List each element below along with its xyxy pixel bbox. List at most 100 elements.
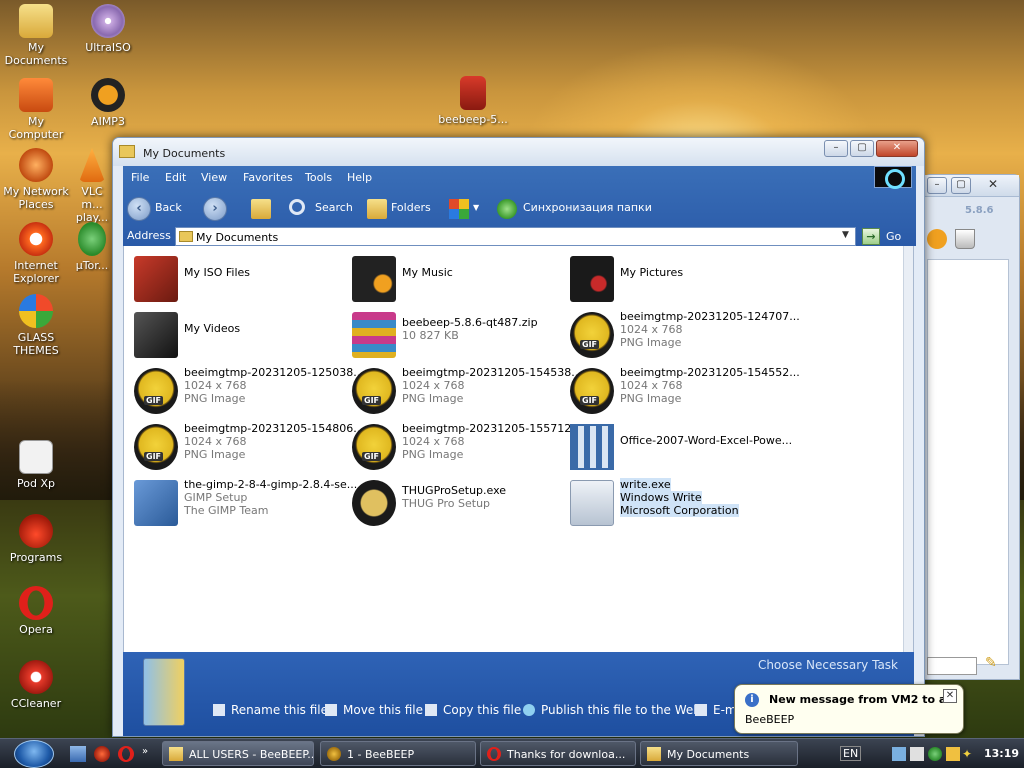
go-button[interactable]: → Go xyxy=(860,227,912,246)
menu-file[interactable]: File xyxy=(131,171,149,184)
desktop-icon-my-computer[interactable]: My Computer xyxy=(0,78,72,141)
desktop-icon-programs[interactable]: Programs xyxy=(0,514,72,564)
menu-favorites[interactable]: Favorites xyxy=(243,171,293,184)
network-tray-icon[interactable] xyxy=(892,747,906,761)
list-item[interactable]: beebeep-5.8.6-qt487.zip 10 827 KB xyxy=(346,310,560,360)
show-desktop-icon[interactable] xyxy=(70,746,86,762)
utorrent-tray-icon[interactable] xyxy=(928,747,942,761)
move-icon xyxy=(325,704,337,716)
list-item[interactable]: the-gimp-2-8-4-gimp-2.8.4-se... GIMP Set… xyxy=(128,478,357,528)
quicklaunch-app-icon[interactable] xyxy=(94,746,110,762)
minimize-button[interactable]: – xyxy=(927,177,947,194)
taskbar-button-beebeep[interactable]: 1 - BeeBEEP xyxy=(320,741,476,766)
rename-file-task[interactable]: Rename this file xyxy=(213,703,328,717)
toolbar: ‹ Back › Search Folders ▼ Синхронизация … xyxy=(123,190,916,224)
desktop-icon-utorrent[interactable]: µTor... xyxy=(72,222,112,272)
clock[interactable]: 13:19 xyxy=(984,747,1019,760)
desktop-icon-glass-themes[interactable]: GLASS THEMES xyxy=(0,294,72,357)
menu-tools[interactable]: Tools xyxy=(305,171,332,184)
tray-app-icon[interactable] xyxy=(910,747,924,761)
office-folder-icon xyxy=(570,424,614,470)
close-button[interactable]: ✕ xyxy=(876,140,918,157)
window-titlebar[interactable]: My Documents – ▢ ✕ xyxy=(113,138,924,166)
copy-icon xyxy=(425,704,437,716)
address-input[interactable]: My Documents ▼ xyxy=(175,227,856,246)
ccleaner-icon xyxy=(19,660,53,694)
folders-icon[interactable] xyxy=(367,199,387,219)
beebeep-toolbar-icon[interactable] xyxy=(927,229,947,249)
views-icon[interactable] xyxy=(449,199,469,219)
move-file-task[interactable]: Move this file xyxy=(325,703,423,717)
back-button[interactable]: Back xyxy=(155,196,182,220)
background-beebeep-window[interactable]: – ▢ ✕ 5.8.6 ✎ xyxy=(924,174,1020,680)
search-icon[interactable] xyxy=(289,199,305,215)
close-icon[interactable]: ✕ xyxy=(943,689,957,703)
publish-web-task[interactable]: Publish this file to the Web xyxy=(523,703,701,717)
close-button[interactable]: ✕ xyxy=(983,177,1003,194)
maximize-button[interactable]: ▢ xyxy=(850,140,874,157)
gif-image-icon xyxy=(352,368,396,414)
list-item[interactable]: beeimgtmp-20231205-154538... 1024 x 768 … xyxy=(346,366,582,416)
back-arrow-icon[interactable]: ‹ xyxy=(127,197,151,221)
sync-icon[interactable] xyxy=(497,199,517,219)
chat-area[interactable] xyxy=(927,259,1009,665)
list-item[interactable]: beeimgtmp-20231205-154806... 1024 x 768 … xyxy=(128,422,364,472)
desktop-icon-network-places[interactable]: My Network Places xyxy=(0,148,72,211)
menu-view[interactable]: View xyxy=(201,171,227,184)
desktop-icon-aimp3[interactable]: AIMP3 xyxy=(72,78,144,128)
taskbar-button-opera[interactable]: Thanks for downloa... xyxy=(480,741,636,766)
notification-balloon[interactable]: i New message from VM2 to all BeeBEEP ✕ xyxy=(734,684,964,734)
file-list[interactable]: My ISO Files My Music My Pictures My Vid… xyxy=(123,246,914,652)
trash-icon[interactable] xyxy=(955,229,975,249)
chevron-down-icon[interactable]: ▼ xyxy=(842,230,852,242)
background-window-titlebar[interactable]: – ▢ ✕ xyxy=(925,175,1019,197)
globe-icon xyxy=(523,704,535,716)
opera-icon xyxy=(19,586,53,620)
notification-title: New message from VM2 to all xyxy=(769,693,954,706)
list-item[interactable]: My Pictures xyxy=(564,254,778,304)
music-folder-icon xyxy=(352,256,396,302)
sync-folder-button[interactable]: Синхронизация папки xyxy=(523,196,652,220)
list-item[interactable]: Office-2007-Word-Excel-Powe... xyxy=(564,422,804,472)
folders-button[interactable]: Folders xyxy=(391,196,431,220)
list-item-selected[interactable]: write.exe Windows Write Microsoft Corpor… xyxy=(564,478,778,528)
start-button[interactable] xyxy=(14,740,54,768)
beebeep-tray-icon[interactable] xyxy=(946,747,960,761)
broom-icon[interactable]: ✎ xyxy=(985,655,1001,671)
language-indicator[interactable]: EN xyxy=(840,746,862,761)
desktop-icon-pod-xp[interactable]: Pod Xp xyxy=(0,440,72,490)
list-item[interactable]: beeimgtmp-20231205-155712... 1024 x 768 … xyxy=(346,422,582,472)
list-item[interactable]: beeimgtmp-20231205-124707... 1024 x 768 … xyxy=(564,310,800,360)
forward-arrow-icon[interactable]: › xyxy=(203,197,227,221)
star-tray-icon[interactable]: ✦ xyxy=(962,747,976,761)
vertical-scrollbar[interactable] xyxy=(903,246,913,652)
list-item[interactable]: My ISO Files xyxy=(128,254,342,304)
quicklaunch-overflow-icon[interactable]: » xyxy=(142,746,158,762)
search-button[interactable]: Search xyxy=(315,196,353,220)
desktop-icon-ccleaner[interactable]: CCleaner xyxy=(0,660,72,710)
desktop-icon-internet-explorer[interactable]: Internet Explorer xyxy=(0,222,72,285)
views-dropdown-chevron-icon[interactable]: ▼ xyxy=(473,196,479,220)
opera-icon[interactable] xyxy=(118,746,134,762)
taskbar-button-beebeep-all-users[interactable]: ALL USERS - BeeBEEP... xyxy=(162,741,314,766)
folder-up-icon[interactable] xyxy=(251,199,271,219)
list-item[interactable]: THUGProSetup.exe THUG Pro Setup xyxy=(346,478,560,528)
list-item[interactable]: My Music xyxy=(346,254,560,304)
explorer-window[interactable]: My Documents – ▢ ✕ File Edit View Favori… xyxy=(112,137,925,737)
copy-file-task[interactable]: Copy this file xyxy=(425,703,521,717)
list-item[interactable]: beeimgtmp-20231205-154552... 1024 x 768 … xyxy=(564,366,800,416)
explorer-chrome: File Edit View Favorites Tools Help ‹ Ba… xyxy=(123,166,916,246)
list-item[interactable]: My Videos xyxy=(128,310,342,360)
desktop-icon-ultraiso[interactable]: UltraISO xyxy=(72,4,144,54)
desktop-icon-opera[interactable]: Opera xyxy=(0,586,72,636)
menu-help[interactable]: Help xyxy=(347,171,372,184)
desktop-icon-vlc[interactable]: VLC m... play... xyxy=(72,148,112,224)
minimize-button[interactable]: – xyxy=(824,140,848,157)
desktop-icon-beebeep[interactable]: beebeep-5... xyxy=(436,76,510,126)
desktop-icon-my-documents[interactable]: My Documents xyxy=(0,4,72,67)
maximize-button[interactable]: ▢ xyxy=(951,177,971,194)
list-item[interactable]: beeimgtmp-20231205-125038... 1024 x 768 … xyxy=(128,366,364,416)
taskbar-button-my-documents[interactable]: My Documents xyxy=(640,741,798,766)
menu-edit[interactable]: Edit xyxy=(165,171,186,184)
message-input[interactable] xyxy=(927,657,977,675)
